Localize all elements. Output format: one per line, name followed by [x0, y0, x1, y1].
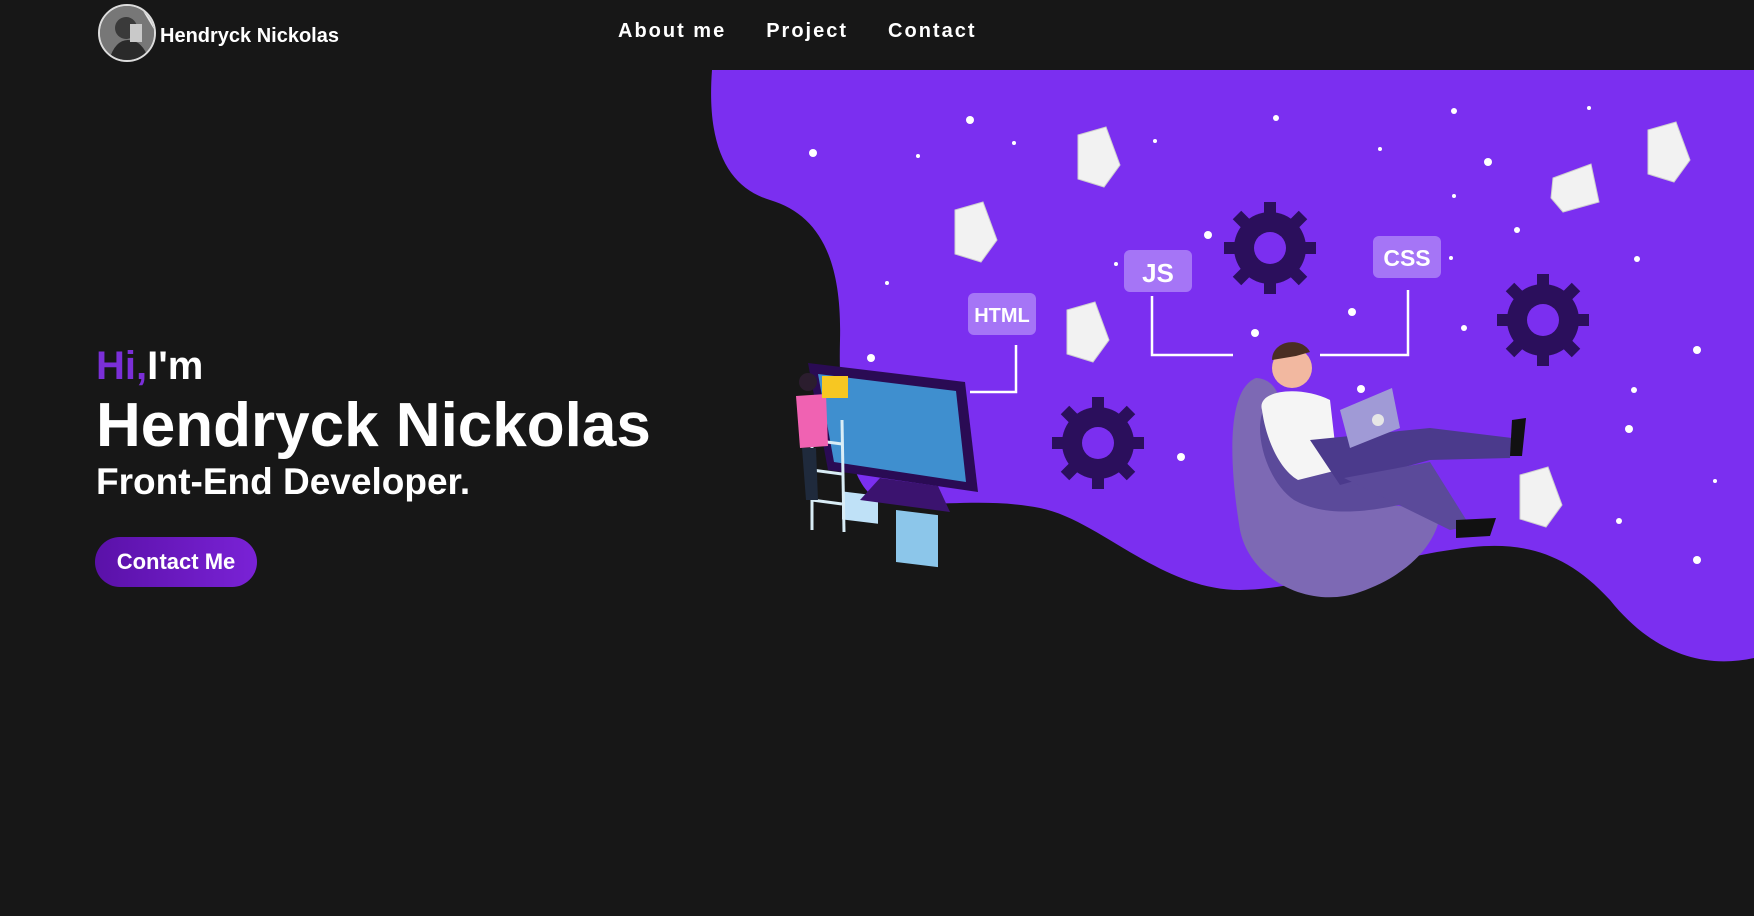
gear-icon — [1224, 202, 1316, 294]
greeting-hi: Hi, — [96, 344, 148, 388]
hero-section: Hi,I'm Hendryck Nickolas Front-End Devel… — [96, 343, 651, 503]
monitor-illustration — [796, 363, 978, 568]
contact-me-button[interactable]: Contact Me — [95, 537, 257, 587]
gear-icon — [1497, 274, 1589, 366]
tag-css: CSS — [1373, 236, 1441, 278]
hero-name: Hendryck Nickolas — [96, 391, 651, 460]
greeting: Hi,I'm — [96, 343, 651, 389]
tag-js-label: JS — [1142, 258, 1174, 288]
purple-blob — [711, 70, 1754, 662]
tag-css-label: CSS — [1383, 245, 1430, 271]
tag-html: HTML — [968, 293, 1036, 335]
hero-role: Front-End Developer. — [96, 461, 471, 502]
tag-js: JS — [1124, 250, 1192, 292]
tag-html-label: HTML — [974, 305, 1030, 327]
greeting-im: I'm — [147, 344, 204, 388]
gear-icon — [1052, 397, 1144, 489]
